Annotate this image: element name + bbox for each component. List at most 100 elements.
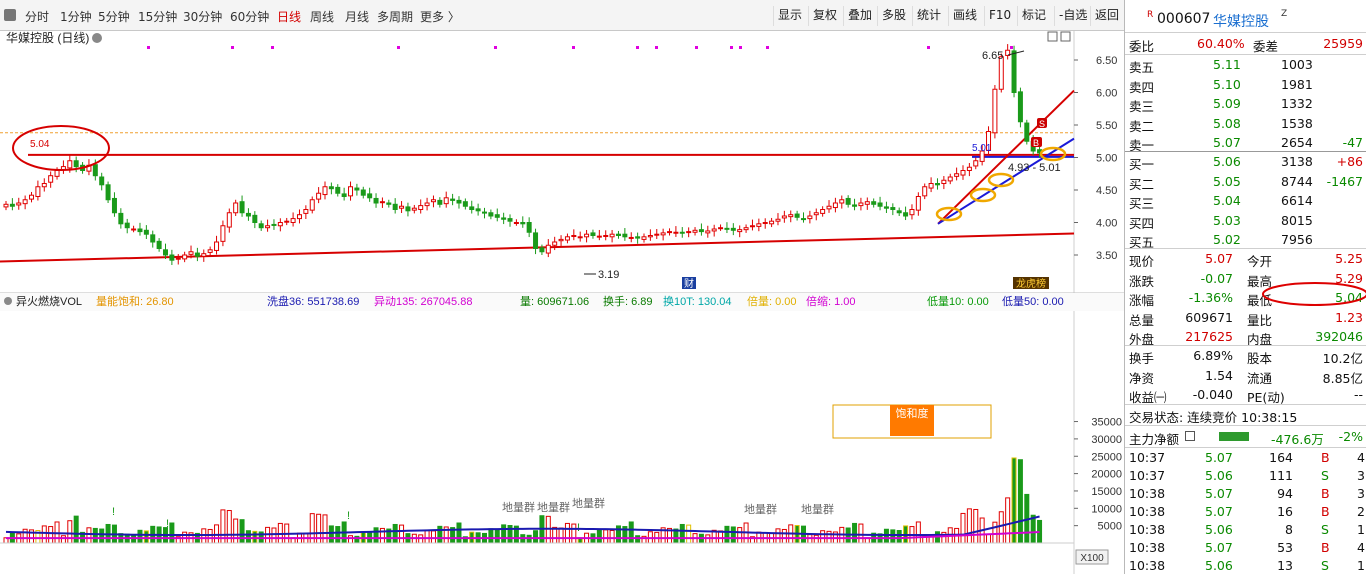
candle-body — [1017, 91, 1023, 123]
candle-body — [35, 186, 41, 197]
volume-bar — [775, 528, 781, 544]
toolbar-button-叠加[interactable]: 叠加 — [843, 6, 876, 26]
candle-body — [660, 232, 666, 236]
candle-body — [341, 193, 347, 197]
candle-body — [890, 207, 896, 211]
toolbar-button-F10[interactable]: F10 — [984, 6, 1015, 26]
candle-body — [194, 252, 200, 257]
event-marker-dot — [231, 46, 234, 49]
volume-bar — [1005, 497, 1011, 544]
tab-多周期[interactable]: 多周期 — [377, 8, 413, 25]
toolbar-button-显示[interactable]: 显示 — [773, 6, 806, 26]
candle-body — [807, 215, 813, 220]
toolbar-button-多股[interactable]: 多股 — [877, 6, 910, 26]
volume-bar — [852, 522, 858, 544]
candle-body — [335, 186, 341, 194]
stat-row: 外盘 217625 内盘 392046 — [1129, 329, 1363, 347]
volume-bar — [399, 524, 405, 544]
tab-5分钟[interactable]: 5分钟 — [98, 8, 130, 25]
volume-indicator-2: 异动135: 267045.88 — [374, 295, 472, 308]
candle-body — [456, 199, 462, 204]
cluster-label: 地量群 — [502, 500, 535, 514]
candle-body — [686, 231, 692, 234]
volume-bar — [558, 527, 564, 544]
cluster-label: 地量群 — [537, 500, 570, 514]
candle-body — [220, 225, 226, 242]
volume-bar — [986, 533, 992, 544]
candle-body — [469, 206, 475, 210]
volume-tick-label: 15000 — [1091, 486, 1122, 498]
sell-marker: S — [1039, 119, 1045, 129]
event-marker-dot — [730, 46, 733, 49]
candle-body — [858, 202, 864, 207]
candle-body — [29, 194, 35, 200]
volume-bar — [488, 528, 494, 544]
bid-row: 买二 5.05 8744 -1467 — [1129, 173, 1363, 192]
candle-body — [54, 170, 60, 177]
volume-bar — [737, 527, 743, 544]
bid-row: 买三 5.04 6614 — [1129, 193, 1313, 211]
volume-bar — [233, 518, 239, 544]
toolbar-button-画线[interactable]: 画线 — [948, 6, 981, 26]
stock-name[interactable]: 华媒控股 — [1213, 11, 1269, 31]
tab-1分钟[interactable]: 1分钟 — [60, 8, 92, 25]
menu-icon[interactable] — [4, 9, 16, 21]
stat2-row: 净资 1.54 流通 8.85亿 — [1129, 367, 1363, 386]
tab-更多 〉[interactable]: 更多 〉 — [420, 8, 460, 25]
volume-tick-label: 35000 — [1091, 417, 1122, 429]
checkbox-icon[interactable] — [1185, 431, 1195, 441]
candle-body — [386, 202, 392, 205]
tab-周线[interactable]: 周线 — [310, 8, 334, 25]
candle-body — [526, 222, 532, 233]
candle-body — [201, 253, 207, 257]
tab-月线[interactable]: 月线 — [345, 8, 369, 25]
event-marker-dot — [397, 46, 400, 49]
candle-body — [883, 206, 889, 209]
volume-bar — [392, 523, 398, 544]
event-marker-dot — [766, 46, 769, 49]
kline-chart[interactable]: 6.50 6.00 5.50 5.00 4.50 4.00 3.50 华媒控股 (日线) 5.0… — [0, 31, 1124, 574]
toolbar-button-统计[interactable]: 统计 — [912, 6, 945, 26]
toolbar-button-标记[interactable]: 标记 — [1017, 6, 1050, 26]
toolbar-button-返回[interactable]: 返回 — [1090, 6, 1123, 26]
weibi-row: 委比 60.40% 委差 25959 — [1129, 36, 1363, 54]
candle-body — [3, 203, 9, 208]
candle-body — [290, 218, 296, 224]
candle-body — [775, 218, 781, 222]
candle-body — [698, 229, 704, 233]
candle-body — [245, 212, 251, 217]
quote-panel: R 000607 华媒控股 Z 委比 60.40% 委差 25959 卖五 5.1… — [1124, 0, 1366, 574]
volume-bar — [67, 520, 73, 544]
volume-indicator-1: 洗盘36: 551738.69 — [267, 294, 359, 308]
tab-30分钟[interactable]: 30分钟 — [183, 8, 222, 25]
candle-body — [143, 229, 149, 235]
candle-body — [571, 235, 577, 237]
candle-body — [922, 186, 928, 197]
bid-row: 买五 5.02 7956 — [1129, 232, 1313, 250]
candle-body — [214, 241, 220, 251]
candle-body — [367, 193, 373, 199]
tab-日线[interactable]: 日线 — [277, 8, 301, 25]
stat2-row: 收益㈠ -0.040 PE(动) -- — [1129, 387, 1363, 405]
level-label: 5.01 — [972, 143, 992, 154]
period-toolbar: 分时 1分钟 5分钟 15分钟 30分钟 60分钟 日线 周线 月线 多周期 更多 〉 显示 复权 叠加多… — [0, 0, 1124, 31]
bid-row: 买四 5.03 8015 — [1129, 212, 1313, 231]
volume-bar — [494, 528, 500, 544]
trade-row: 10:38 5.07 16 B 2 — [1129, 504, 1365, 519]
toolbar-button-复权[interactable]: 复权 — [808, 6, 841, 26]
candle-body — [711, 228, 717, 232]
candle-body — [373, 197, 379, 204]
volume-bar — [730, 526, 736, 544]
volume-bar — [960, 512, 966, 544]
volume-bar — [635, 535, 641, 544]
tab-15分钟[interactable]: 15分钟 — [138, 8, 177, 25]
volume-tick-label: 5000 — [1098, 521, 1122, 533]
tab-60分钟[interactable]: 60分钟 — [230, 8, 269, 25]
candle-body — [756, 223, 762, 227]
candle-body — [596, 235, 602, 238]
price-tick-label: 5.00 — [1096, 153, 1117, 165]
tab-分时[interactable]: 分时 — [25, 8, 49, 25]
volume-bar — [239, 519, 245, 544]
candle-body — [41, 183, 47, 188]
toolbar-button--自选[interactable]: -自选 — [1054, 6, 1091, 26]
